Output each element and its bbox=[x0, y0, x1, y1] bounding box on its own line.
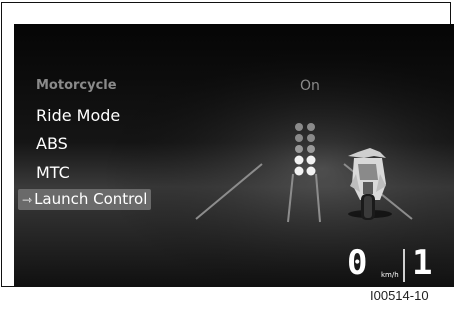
speed-value: 0 bbox=[347, 243, 368, 283]
menu-item-abs[interactable]: ABS bbox=[36, 134, 68, 153]
arrow-right-icon: ⇾ bbox=[22, 193, 33, 207]
dashboard-screen: Motorcycle Ride Mode ABS MTC ⇾ Launch Con… bbox=[14, 24, 454, 287]
settings-menu: Motorcycle Ride Mode ABS MTC ⇾ Launch Con… bbox=[14, 24, 454, 287]
menu-item-mtc[interactable]: MTC bbox=[36, 163, 70, 182]
speed-unit: km/h bbox=[381, 271, 399, 279]
speed-gear-divider bbox=[403, 249, 405, 282]
menu-item-ride-mode[interactable]: Ride Mode bbox=[36, 106, 120, 125]
status-value: On bbox=[300, 78, 320, 94]
menu-item-launch-control-label: Launch Control bbox=[34, 190, 148, 208]
gear-indicator: 1 bbox=[412, 243, 433, 283]
figure-code: I00514-10 bbox=[370, 288, 429, 303]
menu-header: Motorcycle bbox=[36, 78, 117, 93]
menu-item-launch-control[interactable]: ⇾ Launch Control bbox=[18, 189, 152, 210]
